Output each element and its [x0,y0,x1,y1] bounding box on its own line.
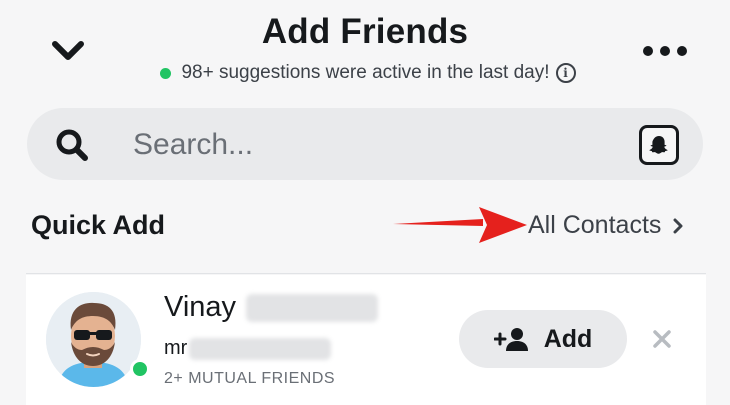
redacted-last-name [246,293,379,322]
all-contacts-link[interactable]: All Contacts [528,211,683,240]
more-options-button[interactable] [643,36,687,66]
ghost-icon [649,136,668,154]
search-input[interactable] [133,126,613,164]
active-suggestions-text: 98+ suggestions were active in the last … [181,62,550,83]
mutual-friends-label: 2+ MUTUAL FRIENDS [164,370,336,387]
add-friend-button[interactable]: Add [459,310,627,368]
dismiss-suggestion-button[interactable] [648,325,676,353]
more-dot [677,46,687,56]
more-dot [660,46,670,56]
active-suggestions-banner: 98+ suggestions were active in the last … [0,62,730,84]
divider [26,273,706,274]
search-icon [56,129,88,161]
header: Add Friends 98+ suggestions were active … [0,0,730,100]
snapcode-scan-button[interactable] [639,125,679,165]
online-indicator [160,67,172,79]
friend-suggestion-card[interactable]: Vinay mr 2+ MUTUAL FRIENDS Add [26,275,706,405]
close-icon [653,330,671,348]
chevron-right-icon [673,218,683,233]
online-status-indicator [130,359,150,379]
suggestion-name-row: Vinay [164,291,379,324]
redacted-username [189,337,332,360]
bitmoji-avatar-icon [46,292,141,387]
add-user-icon [493,328,528,351]
more-dot [643,46,653,56]
all-contacts-label: All Contacts [528,211,662,239]
annotation-arrow-icon [393,207,527,243]
suggestion-name: Vinay [164,291,237,323]
page-title: Add Friends [261,12,469,51]
search-bar[interactable] [27,108,703,180]
add-button-label: Add [543,324,593,353]
suggestion-username: mr [164,337,188,359]
avatar[interactable] [46,292,141,387]
info-icon[interactable]: i [555,63,576,83]
quick-add-heading: Quick Add [31,210,166,240]
suggestion-username-row: mr [164,337,332,360]
